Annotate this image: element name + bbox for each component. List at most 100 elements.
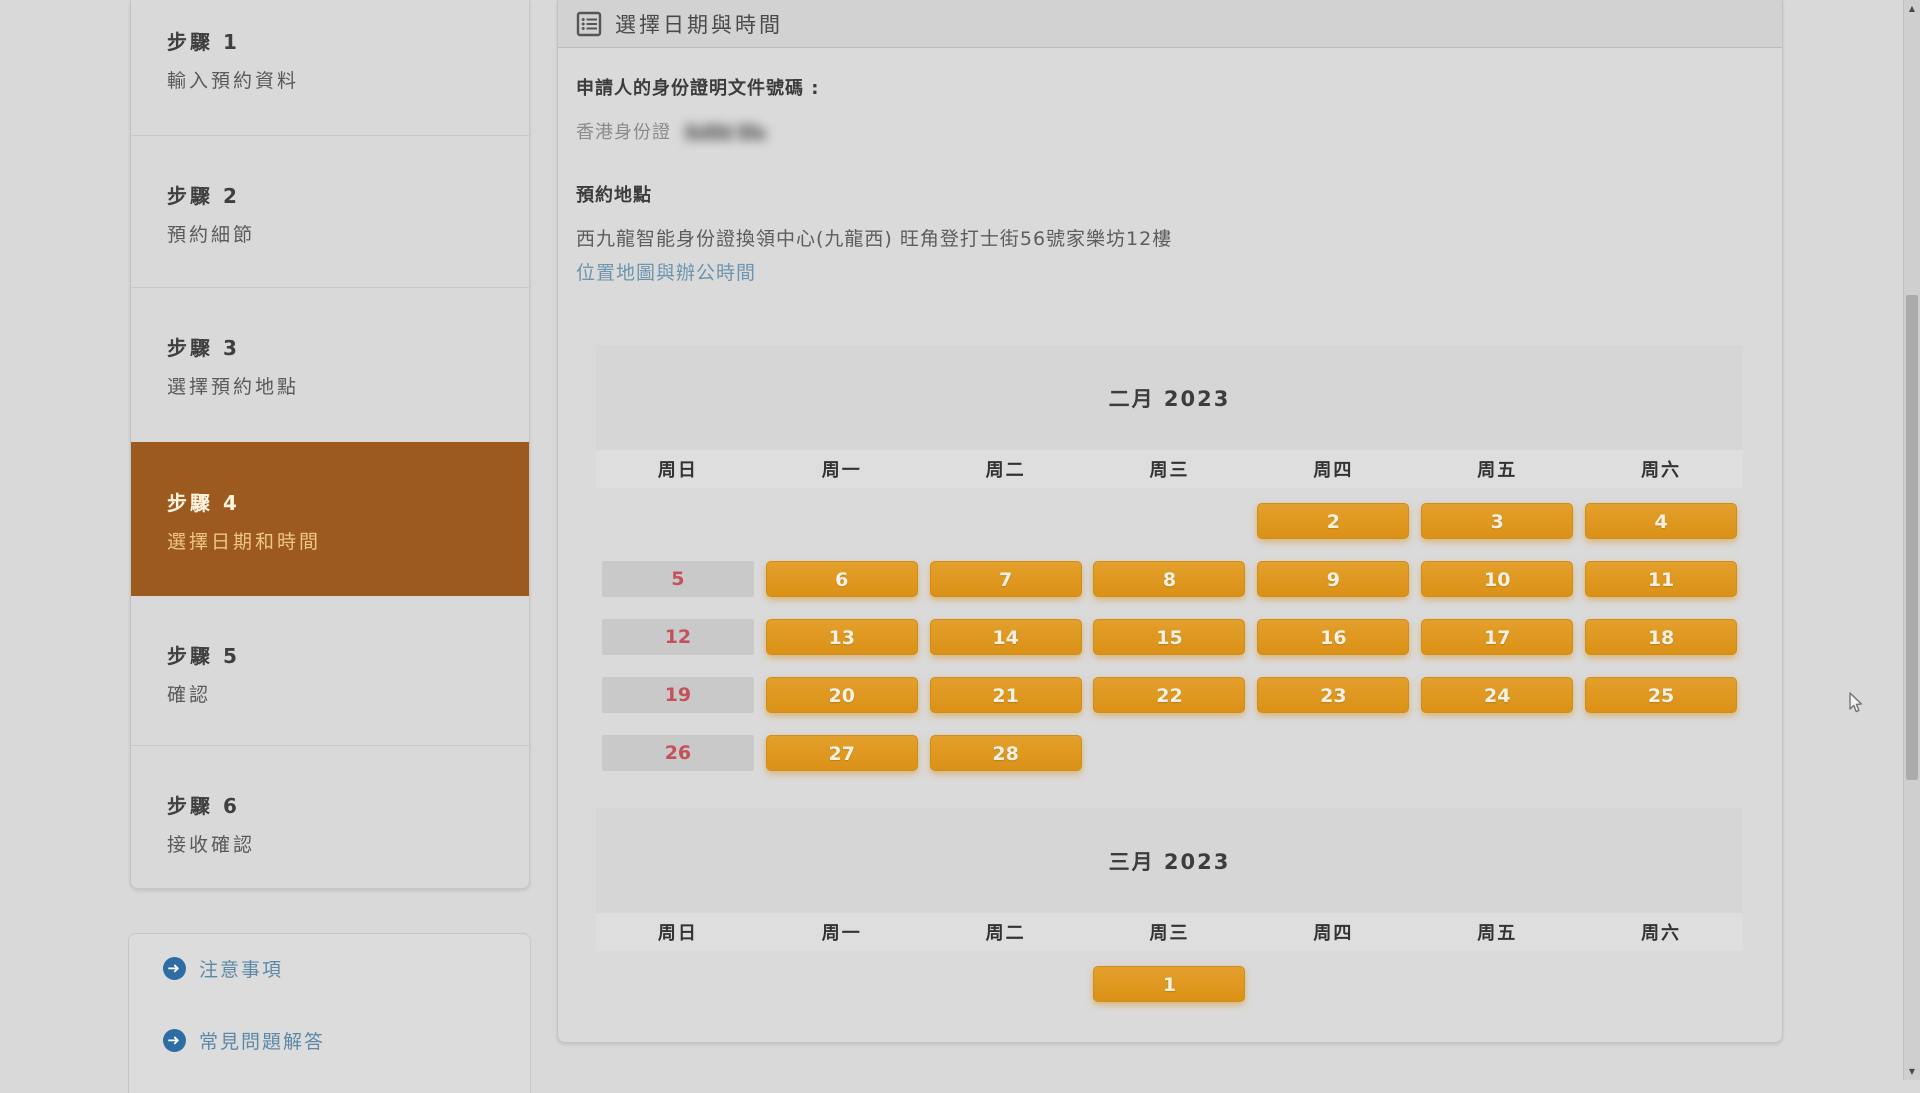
- calendar-cell: 28: [924, 720, 1088, 778]
- map-and-hours-link[interactable]: 位置地圖與辦公時間: [576, 258, 756, 285]
- date-button-5: 5: [602, 561, 754, 597]
- step-title: 步驟 6: [167, 790, 519, 819]
- date-button-4[interactable]: 4: [1585, 503, 1737, 539]
- scrollbar-up-arrow-icon[interactable]: ▲: [1904, 0, 1920, 17]
- panel-header: 選擇日期與時間: [558, 0, 1782, 48]
- step-title: 步驟 2: [167, 180, 519, 209]
- page-title: 選擇日期與時間: [615, 9, 783, 39]
- date-button-25[interactable]: 25: [1585, 677, 1737, 713]
- calendar-month-title: 三月 2023: [1109, 846, 1231, 876]
- weekday-label: 周一: [760, 913, 924, 951]
- scrollbar-thumb[interactable]: [1906, 295, 1918, 780]
- sidebar-link[interactable]: ➜ 常見問題解答: [163, 1026, 530, 1054]
- calendar-cell: 9: [1251, 546, 1415, 604]
- scrollbar-down-arrow-icon[interactable]: ▼: [1904, 1063, 1920, 1080]
- date-button-28[interactable]: 28: [930, 735, 1082, 771]
- step-subtitle: 輸入預約資料: [167, 66, 519, 93]
- calendar-cell: 16: [1251, 604, 1415, 662]
- date-button-1[interactable]: 1: [1093, 966, 1245, 1002]
- calendar-row: 56789 10 11: [596, 546, 1743, 604]
- date-button-7[interactable]: 7: [930, 561, 1082, 597]
- date-button-11[interactable]: 11: [1585, 561, 1737, 597]
- date-button-13[interactable]: 13: [766, 619, 918, 655]
- date-button-2[interactable]: 2: [1257, 503, 1409, 539]
- calendar-cell: 5: [596, 546, 760, 604]
- date-button-3[interactable]: 3: [1421, 503, 1573, 539]
- weekday-label: 周四: [1251, 450, 1415, 488]
- calendar-cell: [596, 951, 760, 1009]
- date-button-23[interactable]: 23: [1257, 677, 1409, 713]
- sidebar-step-6: 步驟 6 接收確認: [131, 745, 529, 888]
- calendar-cell: 11: [1579, 546, 1743, 604]
- date-button-24[interactable]: 24: [1421, 677, 1573, 713]
- weekday-label: 周五: [1415, 450, 1579, 488]
- step-title: 步驟 3: [167, 332, 519, 361]
- date-button-21[interactable]: 21: [930, 677, 1082, 713]
- calendar-cell: [1251, 720, 1415, 778]
- weekday-label: 周五: [1415, 913, 1579, 951]
- calendar-cell: 26: [596, 720, 760, 778]
- calendar-cell: [760, 488, 924, 546]
- date-button-22[interactable]: 22: [1093, 677, 1245, 713]
- calendar-title-bar: 三月 2023: [596, 808, 1743, 913]
- weekday-label: 周六: [1579, 450, 1743, 488]
- date-button-20[interactable]: 20: [766, 677, 918, 713]
- date-button-14[interactable]: 14: [930, 619, 1082, 655]
- location-label: 預約地點: [576, 181, 652, 207]
- weekday-label: 周日: [596, 913, 760, 951]
- vertical-scrollbar[interactable]: ▲ ▼: [1903, 0, 1920, 1080]
- calendar-cell: 21: [924, 662, 1088, 720]
- circle-arrow-right-icon: ➜: [163, 1029, 186, 1052]
- form-list-icon: [576, 11, 602, 37]
- sidebar-step-5: 步驟 5 確認: [131, 595, 529, 745]
- date-button-17[interactable]: 17: [1421, 619, 1573, 655]
- calendar-cell: 19: [596, 662, 760, 720]
- weekday-label: 周六: [1579, 913, 1743, 951]
- sidebar-links-box: ➜注意事項➜常見問題解答: [128, 933, 531, 1093]
- calendar-march: 三月 2023 周日周一周二周三周四周五周六 1: [596, 808, 1743, 1009]
- sidebar-link-label: 常見問題解答: [199, 1027, 325, 1054]
- sidebar-step-4: 步驟 4 選擇日期和時間: [131, 442, 529, 595]
- calendar-body: 1: [596, 951, 1743, 1009]
- date-button-10[interactable]: 10: [1421, 561, 1573, 597]
- calendar-cell: 17: [1415, 604, 1579, 662]
- calendar-cell: 20: [760, 662, 924, 720]
- date-button-15[interactable]: 15: [1093, 619, 1245, 655]
- date-button-16[interactable]: 16: [1257, 619, 1409, 655]
- location-address: 西九龍智能身份證換領中心(九龍西) 旺角登打士街56號家樂坊12樓: [576, 224, 1172, 251]
- calendar-cell: [596, 488, 760, 546]
- calendar-cell: [1579, 720, 1743, 778]
- sidebar-step-2: 步驟 2預約細節: [131, 135, 529, 287]
- calendar-cell: 24: [1415, 662, 1579, 720]
- circle-arrow-right-icon: ➜: [163, 957, 186, 980]
- date-button-8[interactable]: 8: [1093, 561, 1245, 597]
- date-button-6[interactable]: 6: [766, 561, 918, 597]
- weekday-label: 周四: [1251, 913, 1415, 951]
- step-subtitle: 選擇日期和時間: [167, 527, 519, 554]
- date-button-26: 26: [602, 735, 754, 771]
- calendar-cell: [924, 488, 1088, 546]
- applicant-id-label: 申請人的身份證明文件號碼 :: [576, 74, 819, 100]
- calendar-title-bar: 二月 2023: [596, 345, 1743, 450]
- calendar-cell: 15: [1088, 604, 1252, 662]
- step-subtitle: 確認: [167, 680, 519, 707]
- id-number-redacted: █▆██▇▍██▆: [685, 125, 764, 141]
- date-button-9[interactable]: 9: [1257, 561, 1409, 597]
- step-title: 步驟 5: [167, 640, 519, 669]
- calendar-cell: 14: [924, 604, 1088, 662]
- date-button-27[interactable]: 27: [766, 735, 918, 771]
- date-button-19: 19: [602, 677, 754, 713]
- calendar-cell: 22: [1088, 662, 1252, 720]
- sidebar-step-3: 步驟 3選擇預約地點: [131, 287, 529, 442]
- calendar-cell: [1251, 951, 1415, 1009]
- weekday-label: 周三: [1088, 913, 1252, 951]
- step-title: 步驟 4: [167, 487, 519, 516]
- weekday-label: 周二: [924, 913, 1088, 951]
- calendar-cell: [1415, 951, 1579, 1009]
- date-button-18[interactable]: 18: [1585, 619, 1737, 655]
- calendar-body: 2345678910111213141516171819202122232425…: [596, 488, 1743, 778]
- calendar-cell: 25: [1579, 662, 1743, 720]
- step-subtitle: 接收確認: [167, 830, 519, 857]
- calendar-cell: 2: [1251, 488, 1415, 546]
- sidebar-link[interactable]: ➜注意事項: [163, 954, 530, 982]
